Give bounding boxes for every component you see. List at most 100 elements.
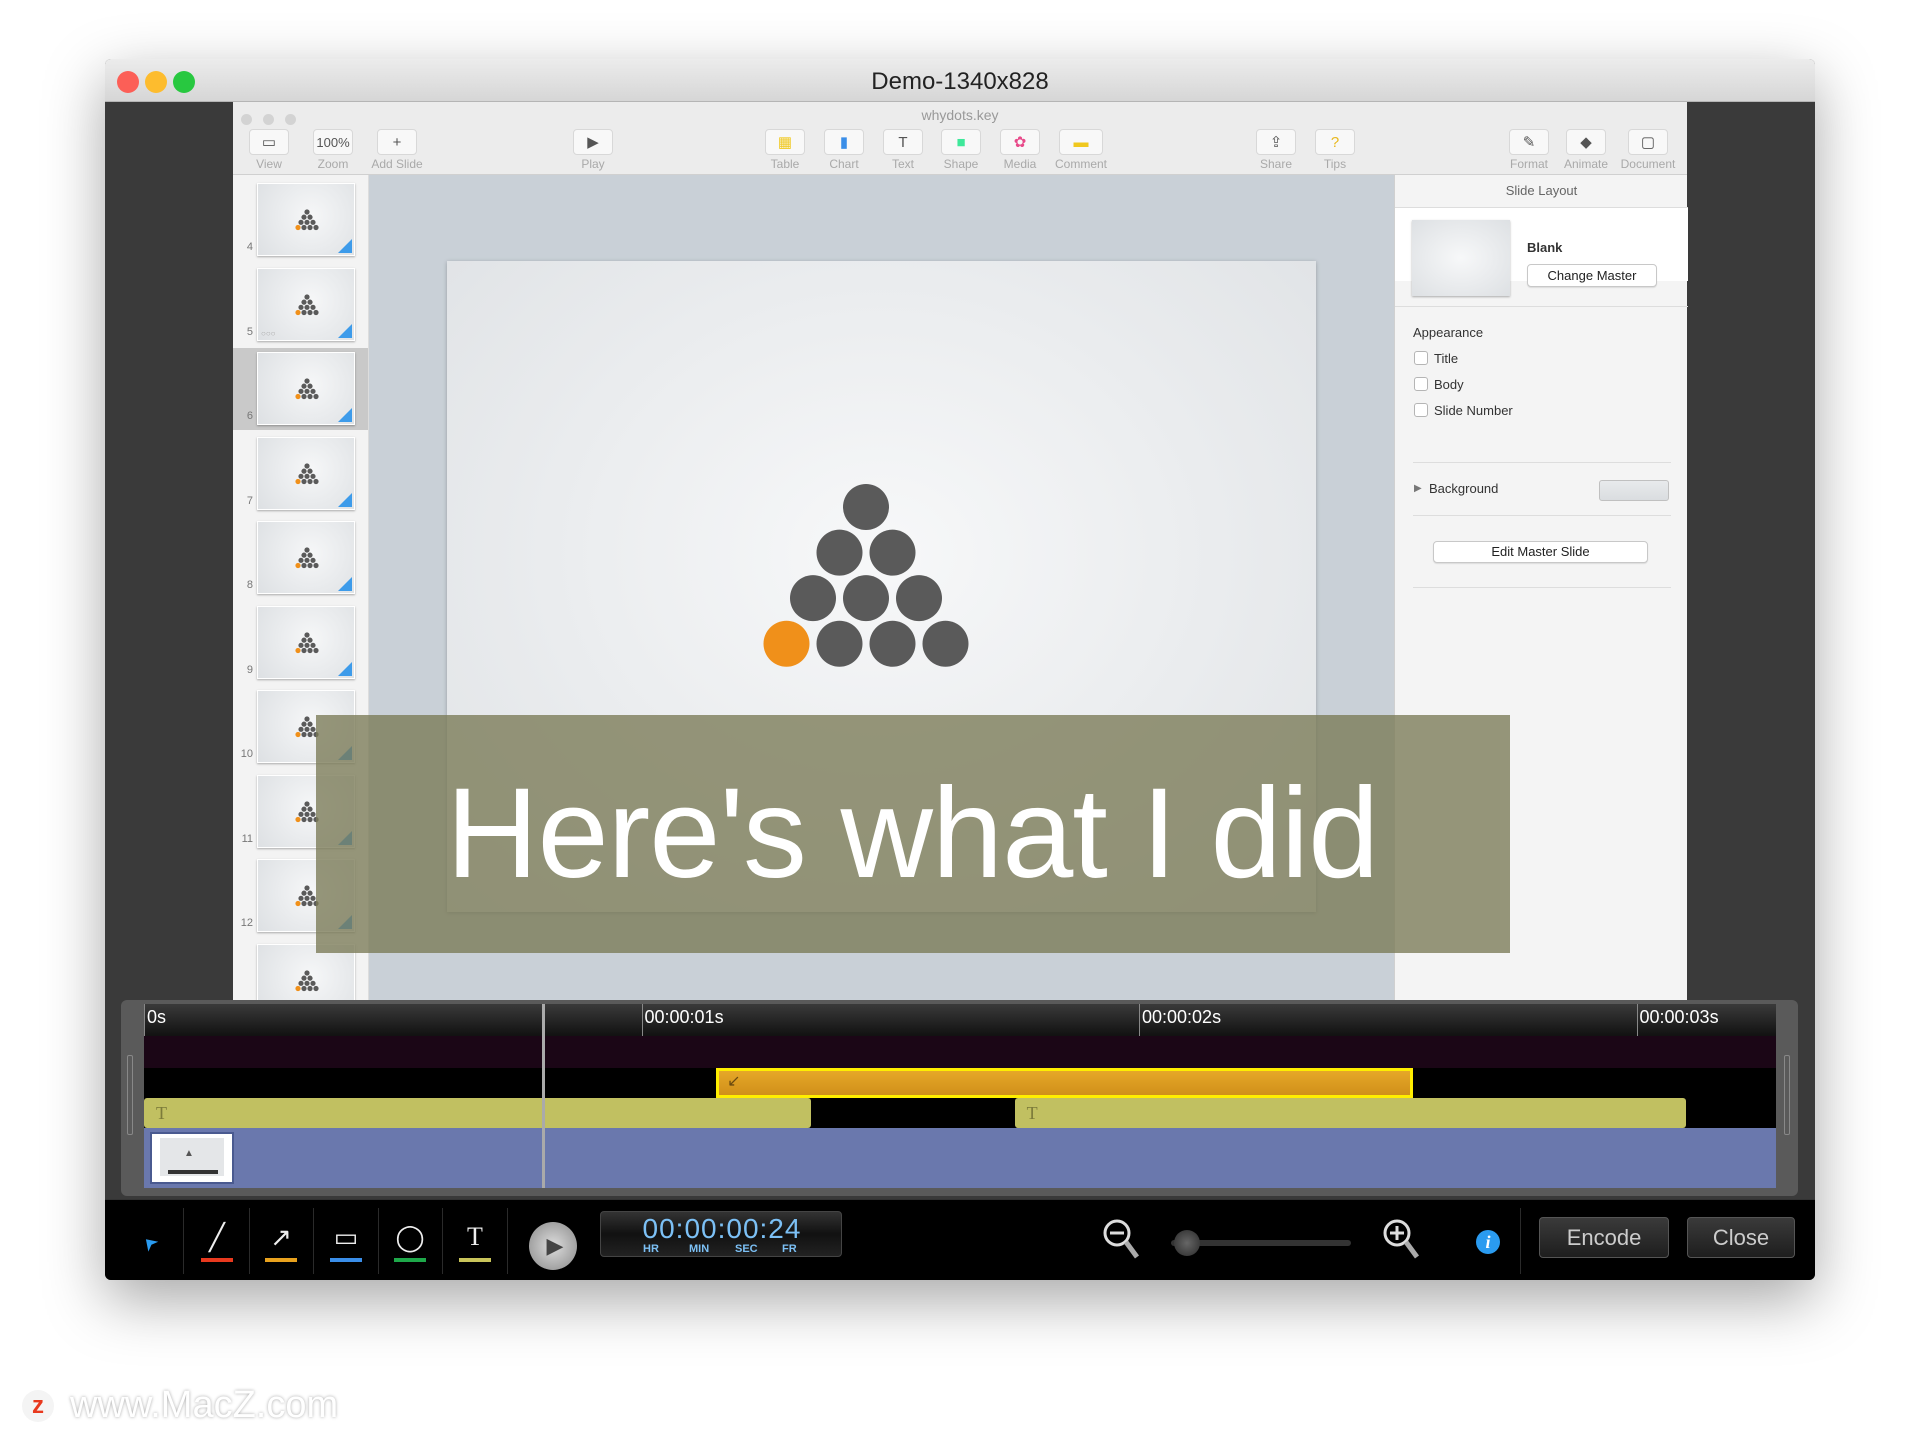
gray-dot [310, 557, 316, 563]
text-tool[interactable]: T [450, 1220, 500, 1264]
gray-dot [307, 637, 313, 643]
gray-dot [301, 731, 307, 738]
arrow-annotation-clip[interactable]: ↙ [716, 1068, 1413, 1098]
animate-icon: ◆ [1580, 134, 1592, 151]
app-window: Demo-1340x828 whydots.key ▭ View 100% Zoom +… [105, 59, 1815, 1280]
sidebar-view-icon: ▭ [261, 134, 277, 151]
line-tool[interactable]: ╱ [192, 1220, 242, 1264]
play-icon: ▶ [587, 134, 599, 151]
checkbox-body[interactable] [1414, 377, 1428, 391]
gray-dot [298, 642, 304, 648]
toolbar-play-button[interactable]: ▶ [573, 129, 613, 155]
toolbar-view-button[interactable]: ▭ [249, 129, 289, 155]
time-ruler[interactable]: 0s 00:00:01s 00:00:02s 00:00:03s [144, 1004, 1776, 1036]
gray-dot [310, 304, 316, 310]
ellipse-tool[interactable]: ◯ [385, 1220, 435, 1264]
change-master-button[interactable]: Change Master [1527, 264, 1657, 287]
tool-color-swatch [201, 1258, 233, 1262]
gray-dot [301, 224, 307, 231]
background-color-well[interactable] [1599, 480, 1669, 501]
checkbox-label: Title [1434, 351, 1459, 366]
gray-dot [313, 985, 319, 991]
gray-dot [301, 299, 307, 305]
title-bar: Demo-1340x828 [105, 59, 1815, 102]
gray-dot [310, 726, 316, 732]
toolbar-text-button[interactable]: T [883, 129, 923, 155]
toolbar-zoom-button[interactable]: 100% [313, 129, 353, 155]
slide-thumbnail-7[interactable]: 7 [233, 433, 368, 515]
disclosure-triangle-icon[interactable]: ▶ [1414, 483, 1422, 494]
gray-dot [304, 473, 310, 479]
gray-dot [307, 309, 313, 315]
line-icon: ╱ [209, 1222, 225, 1252]
toolbar-tips-button[interactable]: ? [1315, 129, 1355, 155]
gray-dot [298, 304, 304, 310]
caption-overlay[interactable]: Here's what I did [316, 715, 1510, 953]
gray-dot [301, 478, 307, 484]
toolbar-add-slide-button[interactable]: + [377, 129, 417, 155]
gray-dot [301, 552, 307, 558]
orange-dot [295, 309, 301, 315]
gray-dot [307, 721, 313, 727]
rectangle-tool[interactable]: ▭ [321, 1220, 371, 1264]
animation-marker-icon [338, 661, 352, 676]
timeline-tracks[interactable]: 0s 00:00:01s 00:00:02s 00:00:03s ↙ T T ▲ [144, 1004, 1776, 1188]
zoom-slider-knob[interactable] [1174, 1230, 1201, 1256]
text-clip-2[interactable]: T [1014, 1098, 1687, 1128]
toolbar-label: Comment [1054, 157, 1107, 171]
zoom-out-icon[interactable] [1101, 1217, 1145, 1265]
zoom-in-icon[interactable] [1381, 1217, 1425, 1265]
gray-dot [869, 529, 916, 576]
text-clip-icon: T [1026, 1103, 1038, 1123]
toolbar-chart-button[interactable]: ▮ [824, 129, 864, 155]
animation-marker-icon [338, 577, 352, 591]
close-button[interactable]: Close [1687, 1217, 1795, 1258]
timeline-right-handle[interactable] [1784, 1055, 1790, 1135]
toolbar-media-button[interactable]: ✿ [1000, 129, 1040, 155]
toolbar-document-button[interactable]: ▢ [1628, 129, 1668, 155]
animation-marker-icon [338, 408, 352, 422]
slide-thumbnail-8[interactable]: 8 [233, 517, 368, 599]
text-clip-1[interactable]: T [144, 1098, 811, 1128]
slide-thumbnail-5[interactable]: ○○○ 5 [233, 264, 368, 346]
edit-master-slide-button[interactable]: Edit Master Slide [1433, 541, 1648, 563]
toolbar-label: Tips [1323, 157, 1347, 171]
gray-dot [310, 219, 316, 225]
select-tool[interactable]: ➤ [126, 1220, 176, 1264]
toolbar-table-button[interactable]: ▦ [765, 129, 805, 155]
background-label[interactable]: Background [1429, 481, 1498, 496]
timeline-left-handle[interactable] [127, 1055, 133, 1135]
checkbox-label: Body [1434, 377, 1464, 392]
playhead[interactable] [542, 1004, 545, 1188]
toolbar-shape-button[interactable]: ■ [941, 129, 981, 155]
toolbar-comment-button[interactable]: ▬ [1059, 129, 1103, 155]
orange-dot [295, 478, 301, 484]
video-frame-thumbnail: ▲ [150, 1132, 234, 1184]
orange-dot [295, 900, 301, 907]
master-thumbnail[interactable] [1412, 220, 1510, 296]
play-button[interactable]: ▶ [529, 1222, 577, 1270]
gray-dot [301, 383, 307, 389]
gray-dot [790, 575, 836, 622]
comment-icon: ▬ [1073, 133, 1089, 151]
toolbar-label: Add Slide [371, 157, 423, 171]
slide-thumbnail-6[interactable]: 6 [233, 348, 368, 430]
slide-thumbnail-9[interactable]: 9 [233, 602, 368, 684]
gray-dot [307, 975, 313, 981]
tool-color-swatch [459, 1258, 491, 1262]
toolbar-share-button[interactable]: ⇪ [1256, 129, 1296, 155]
table-icon: ▦ [777, 134, 793, 151]
gray-dot [304, 811, 310, 817]
toolbar-format-button[interactable]: ✎ [1509, 129, 1549, 155]
arrow-tool[interactable]: ↗ [256, 1220, 306, 1264]
video-track[interactable]: ▲ [144, 1128, 1776, 1188]
timecode-label-min: MIN [689, 1243, 710, 1255]
gray-dot [307, 985, 313, 991]
checkbox-title[interactable] [1414, 351, 1428, 365]
slide-thumbnail-4[interactable]: 4 [233, 179, 368, 261]
encode-button[interactable]: Encode [1539, 1217, 1669, 1258]
info-icon[interactable]: i [1476, 1230, 1500, 1254]
toolbar-animate-button[interactable]: ◆ [1566, 129, 1606, 155]
checkbox-slide-number[interactable] [1414, 403, 1428, 417]
slide-number: 6 [246, 410, 253, 422]
